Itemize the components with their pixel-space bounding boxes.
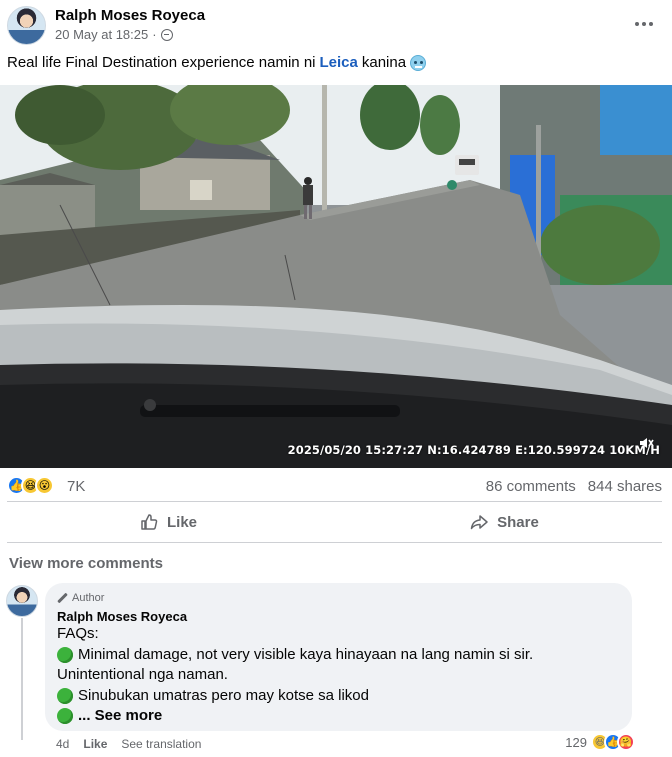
share-label: Share	[497, 513, 539, 531]
comment-line: Minimal damage, not very visible kaya hi…	[57, 645, 620, 666]
comment-line: Unintentional nga naman.	[57, 665, 620, 686]
dashcam-frame	[0, 85, 672, 468]
comment-text: Unintentional nga naman.	[57, 666, 228, 683]
globe-icon	[160, 28, 173, 41]
comments-count[interactable]: 86 comments	[486, 478, 576, 495]
comment-age[interactable]: 4d	[56, 737, 69, 751]
comment-reactions[interactable]: 129 😆 👍 🤗	[565, 733, 635, 751]
comment-line: ... See more	[57, 706, 620, 727]
mute-icon[interactable]	[638, 435, 654, 451]
cold-face-icon	[410, 54, 427, 71]
author-badge-label: Author	[72, 592, 105, 604]
author-name[interactable]: Ralph Moses Royeca	[55, 7, 205, 24]
more-options-button[interactable]	[630, 10, 658, 38]
thread-line	[21, 618, 23, 740]
comment-reaction-icons: 😆 👍 🤗	[591, 733, 635, 751]
green-circle-icon	[57, 687, 73, 704]
comment-footer: 4d Like See translation	[56, 737, 201, 751]
view-more-comments-link[interactable]: View more comments	[9, 555, 163, 572]
post-video[interactable]: 2025/05/20 15:27:27 N:16.424789 E:120.59…	[0, 85, 672, 468]
reactions-bar: 👍 😆 😮 7K 86 comments 844 shares	[0, 474, 672, 498]
pen-icon	[57, 593, 68, 604]
like-button[interactable]: Like	[0, 502, 336, 542]
comment-line: FAQs:	[57, 624, 620, 645]
comment-reaction-count: 129	[565, 734, 587, 750]
care-reaction-icon: 🤗	[617, 733, 635, 751]
comment-line: Sinubukan umatras pero may kotse sa liko…	[57, 686, 620, 707]
caption-text: Real life Final Destination experience n…	[7, 54, 316, 71]
post-date[interactable]: 20 May at 18:25	[55, 27, 148, 42]
green-circle-icon	[57, 708, 73, 725]
caption-text-end: kanina	[361, 54, 407, 71]
thumbs-up-icon	[141, 514, 158, 530]
see-more-link[interactable]: ... See more	[78, 706, 162, 727]
dot-icon	[642, 22, 646, 26]
meta-separator: ·	[152, 27, 157, 42]
engagement-counts: 86 comments 844 shares	[486, 478, 662, 495]
comment-text: Minimal damage, not very visible kaya hi…	[78, 645, 534, 663]
shares-count[interactable]: 844 shares	[588, 478, 662, 495]
post-header: Ralph Moses Royeca 20 May at 18:25 ·	[0, 0, 672, 50]
green-circle-icon	[57, 646, 73, 663]
dot-icon	[649, 22, 653, 26]
dashcam-timestamp: 2025/05/20 15:27:27 N:16.424789 E:120.59…	[287, 443, 660, 457]
author-badge: Author	[57, 591, 620, 605]
reaction-icons[interactable]: 👍 😆 😮	[7, 476, 54, 495]
like-label: Like	[166, 513, 197, 531]
commenter-avatar[interactable]	[6, 585, 38, 617]
reaction-count[interactable]: 7K	[67, 478, 85, 495]
author-avatar[interactable]	[7, 6, 46, 45]
see-translation-link[interactable]: See translation	[121, 737, 201, 751]
mention-link[interactable]: Leica	[320, 54, 358, 71]
comment-text: Sinubukan umatras pero may kotse sa liko…	[78, 686, 369, 704]
comment-like-button[interactable]: Like	[83, 737, 107, 751]
divider	[7, 542, 662, 543]
post-meta: 20 May at 18:25 ·	[55, 27, 173, 42]
commenter-name[interactable]: Ralph Moses Royeca	[57, 609, 620, 624]
action-bar: Like Share	[0, 502, 672, 542]
comment-bubble: Author Ralph Moses Royeca FAQs: Minimal …	[45, 583, 632, 731]
wow-reaction-icon: 😮	[35, 476, 54, 495]
share-button[interactable]: Share	[336, 502, 672, 542]
dot-icon	[635, 22, 639, 26]
share-icon	[470, 515, 488, 530]
comment-text: FAQs:	[57, 625, 99, 642]
post-caption: Real life Final Destination experience n…	[7, 54, 427, 71]
